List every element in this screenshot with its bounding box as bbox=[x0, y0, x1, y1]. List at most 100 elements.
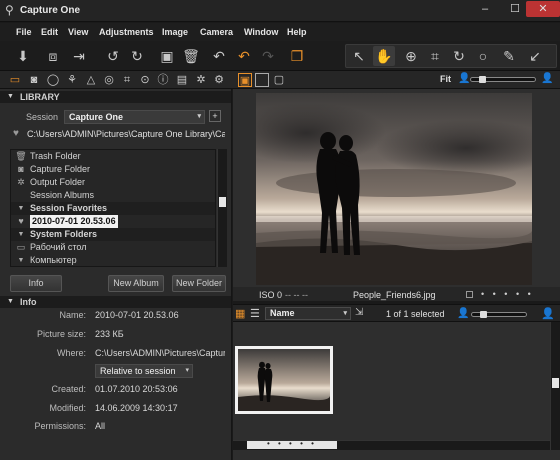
tree-desktop[interactable]: ▭ Рабочий стол bbox=[11, 241, 215, 254]
thumb-rating[interactable]: • • • • • bbox=[267, 439, 317, 448]
info-button[interactable]: Info bbox=[10, 275, 62, 292]
new-folder-button[interactable]: New Folder bbox=[172, 275, 226, 292]
browser-vertical-scrollbar[interactable] bbox=[550, 322, 560, 450]
tree-scrollbar[interactable] bbox=[217, 149, 227, 267]
heart-icon: ♥ bbox=[18, 216, 24, 226]
capture-pilot-tab-icon[interactable]: ◯ bbox=[46, 73, 60, 87]
viewer-status-bar: ISO 0 -- -- -- People_Friends6.jpg • • •… bbox=[233, 287, 560, 301]
new-folder-icon[interactable]: ▣ bbox=[156, 46, 178, 66]
metadata-tab-icon[interactable]: ⓘ bbox=[156, 73, 170, 87]
color-tab-icon[interactable]: ⚘ bbox=[65, 73, 79, 87]
app-icon: ⚲ bbox=[5, 3, 14, 17]
undo-all-icon[interactable]: ↶ bbox=[233, 46, 255, 66]
color-tag-icon[interactable] bbox=[466, 291, 473, 298]
main-photo[interactable] bbox=[256, 93, 532, 285]
folder-tab-icon[interactable]: ▭ bbox=[8, 73, 22, 87]
export-icon[interactable]: ⇥ bbox=[68, 46, 90, 66]
library-path: C:\Users\ADMIN\Pictures\Capture One Libr… bbox=[27, 129, 225, 139]
new-album-button[interactable]: New Album bbox=[108, 275, 164, 292]
annotate-icon[interactable]: ↙ bbox=[524, 46, 546, 66]
search-filter-icon[interactable]: ⇲ bbox=[355, 307, 363, 318]
stack-icon[interactable]: ❐ bbox=[286, 46, 308, 66]
picker-icon[interactable]: ✎ bbox=[498, 46, 520, 66]
sunset-couple-image bbox=[256, 93, 532, 285]
dropdown-arrow-icon: ▾ bbox=[343, 310, 347, 317]
info-header[interactable]: ▼ Info bbox=[0, 296, 231, 308]
menu-file[interactable]: File bbox=[16, 27, 32, 37]
browser-scrollbar[interactable]: • • • • • bbox=[233, 439, 550, 450]
exposure-tab-icon[interactable]: △ bbox=[84, 73, 98, 87]
viewer-only-icon[interactable]: ▣ bbox=[238, 73, 252, 87]
tree-scroll-thumb[interactable] bbox=[219, 197, 226, 207]
lens-tab-icon[interactable]: ◎ bbox=[102, 73, 116, 87]
library-title: LIBRARY bbox=[20, 92, 60, 102]
tree-favorites-group[interactable]: ▼ Session Favorites bbox=[11, 202, 215, 215]
sort-select[interactable]: Name ▾ bbox=[265, 307, 351, 320]
left-tool-panel: ▼ LIBRARY Session Capture One ▾ + ♥ C:\U… bbox=[0, 89, 232, 460]
menu-help[interactable]: Help bbox=[287, 27, 307, 37]
hand-icon[interactable]: ✋ bbox=[373, 46, 395, 66]
rotate-left-icon[interactable]: ↺ bbox=[102, 46, 124, 66]
close-button[interactable]: ✕ bbox=[526, 1, 560, 17]
expand-icon: ▼ bbox=[17, 257, 25, 264]
redo-icon[interactable]: ↷ bbox=[257, 46, 279, 66]
rotate-right-icon[interactable]: ↻ bbox=[126, 46, 148, 66]
info-size-row: Picture size: 233 КБ bbox=[36, 329, 124, 339]
thumb-size-slider[interactable] bbox=[471, 311, 527, 318]
zoom-slider[interactable] bbox=[470, 76, 536, 83]
session-select[interactable]: Capture One ▾ bbox=[64, 110, 205, 124]
collapse-icon: ▼ bbox=[7, 298, 14, 305]
menu-edit[interactable]: Edit bbox=[41, 27, 58, 37]
minimize-button[interactable]: – bbox=[468, 1, 502, 17]
zoom-label: Fit bbox=[440, 74, 451, 84]
import-icon[interactable]: ⬇ bbox=[12, 46, 34, 66]
list-view-icon[interactable]: ☰ bbox=[250, 307, 260, 320]
star-rating[interactable]: • • • • • bbox=[481, 289, 534, 299]
zoom-icon[interactable]: ⊕ bbox=[400, 46, 422, 66]
menu-camera[interactable]: Camera bbox=[200, 27, 233, 37]
info-title: Info bbox=[20, 297, 37, 307]
tree-computer[interactable]: ▼ Компьютер bbox=[11, 254, 215, 266]
tool-tabs: ▭ ◙ ◯ ⚘ △ ◎ ⌗ ⊙ ⓘ ▤ ✲ ⚙ ▣ ▢ Fit 👤 👤 bbox=[0, 71, 560, 89]
tree-favorite-item[interactable]: ♥ 2010-07-01 20.53.06 bbox=[11, 215, 215, 228]
tree-albums[interactable]: Session Albums bbox=[11, 189, 215, 202]
grid-view-icon[interactable]: ▦ bbox=[235, 307, 245, 320]
thumb-slider-handle[interactable] bbox=[480, 311, 487, 318]
rotate-tool-icon[interactable]: ↻ bbox=[448, 46, 470, 66]
browser-scroll-thumb[interactable]: • • • • • bbox=[247, 439, 337, 449]
focus-tab-icon[interactable]: ⊙ bbox=[138, 73, 152, 87]
pointer-icon[interactable]: ↖ bbox=[348, 46, 370, 66]
tree-system-group[interactable]: ▼ System Folders bbox=[11, 228, 215, 241]
viewer-browser-icon[interactable] bbox=[255, 73, 269, 87]
output-tab-icon[interactable]: ⚙ bbox=[212, 73, 226, 87]
add-session-button[interactable]: + bbox=[209, 110, 221, 122]
camera-tab-icon[interactable]: ◙ bbox=[27, 73, 41, 87]
tree-trash[interactable]: 🗑 Trash Folder bbox=[11, 150, 215, 163]
menu-adjustments[interactable]: Adjustments bbox=[99, 27, 154, 37]
library-header[interactable]: ▼ LIBRARY bbox=[0, 91, 231, 103]
menu-window[interactable]: Window bbox=[244, 27, 278, 37]
delete-icon[interactable]: 🗑 bbox=[180, 46, 202, 66]
desktop-icon: ▭ bbox=[16, 242, 26, 252]
menu-image[interactable]: Image bbox=[162, 27, 188, 37]
tree-capture[interactable]: ◙ Capture Folder bbox=[11, 163, 215, 176]
crop-tab-icon[interactable]: ⌗ bbox=[120, 73, 134, 87]
thumbnail-item[interactable] bbox=[235, 346, 333, 414]
crop-icon[interactable]: ⌗ bbox=[424, 46, 446, 66]
menu-view[interactable]: View bbox=[68, 27, 88, 37]
browser-only-icon[interactable]: ▢ bbox=[272, 73, 286, 87]
tree-output[interactable]: ✲ Output Folder bbox=[11, 176, 215, 189]
details-tab-icon[interactable]: ▤ bbox=[175, 73, 189, 87]
circle-icon[interactable]: ○ bbox=[472, 46, 494, 66]
menu-bar: File Edit View Adjustments Image Camera … bbox=[0, 23, 560, 41]
cursor-tools-panel: ↖ ✋ ⊕ ⌗ ↻ ○ ✎ ↙ bbox=[345, 44, 557, 68]
capture-icon[interactable]: ⧈ bbox=[42, 46, 64, 66]
settings-tab-icon[interactable]: ✲ bbox=[194, 73, 208, 87]
browser-vscroll-thumb[interactable] bbox=[552, 378, 559, 388]
relative-select[interactable]: Relative to session ▾ bbox=[95, 364, 193, 378]
gear-folder-icon: ✲ bbox=[17, 177, 25, 187]
info-where-row: Where: C:\Users\ADMIN\Pictures\Captur bbox=[56, 348, 225, 358]
zoom-slider-handle[interactable] bbox=[479, 76, 486, 83]
undo-icon[interactable]: ↶ bbox=[208, 46, 230, 66]
collapse-icon: ▼ bbox=[17, 205, 25, 212]
